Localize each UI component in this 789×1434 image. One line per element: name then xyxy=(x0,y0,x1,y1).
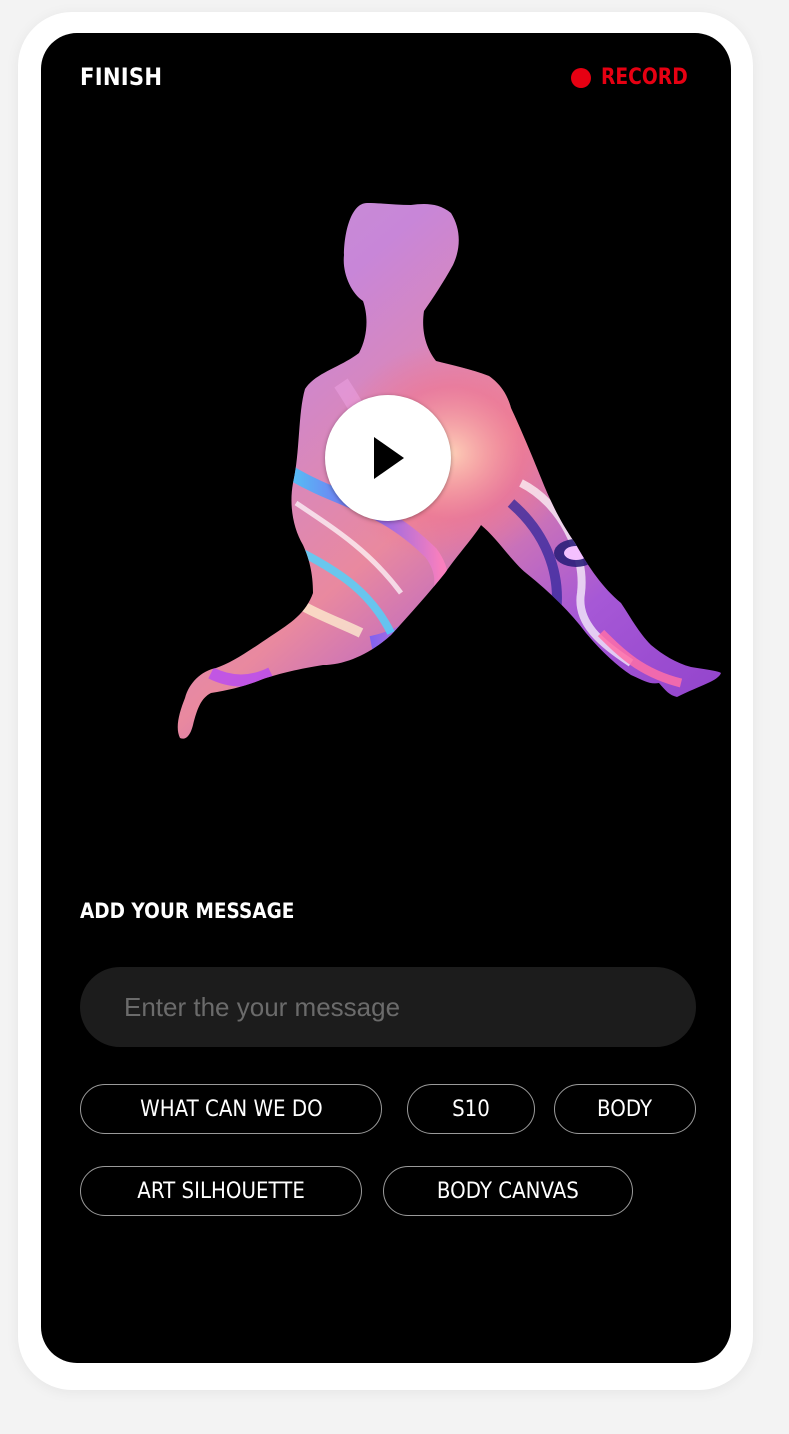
chip-label: BODY CANVAS xyxy=(437,1178,579,1204)
suggestion-chip-body[interactable]: BODY xyxy=(554,1084,696,1134)
suggestion-chip-s10[interactable]: S10 xyxy=(407,1084,535,1134)
chip-label: S10 xyxy=(452,1096,490,1122)
chip-label: WHAT CAN WE DO xyxy=(139,1096,323,1122)
app-screen: FINISH RECORD ADD YOUR MESSAGE Enter the… xyxy=(41,33,731,1363)
chip-label: ART SILHOUETTE xyxy=(137,1178,305,1204)
suggestion-chip-body-canvas[interactable]: BODY CANVAS xyxy=(383,1166,633,1216)
suggestion-chip-art-silhouette[interactable]: ART SILHOUETTE xyxy=(80,1166,362,1216)
chip-label: BODY xyxy=(597,1096,653,1122)
play-button[interactable] xyxy=(325,395,451,521)
play-icon xyxy=(374,437,404,479)
suggestion-chip-what-can-we-do[interactable]: WHAT CAN WE DO xyxy=(80,1084,382,1134)
message-input[interactable] xyxy=(80,967,696,1047)
message-heading: ADD YOUR MESSAGE xyxy=(80,899,295,923)
